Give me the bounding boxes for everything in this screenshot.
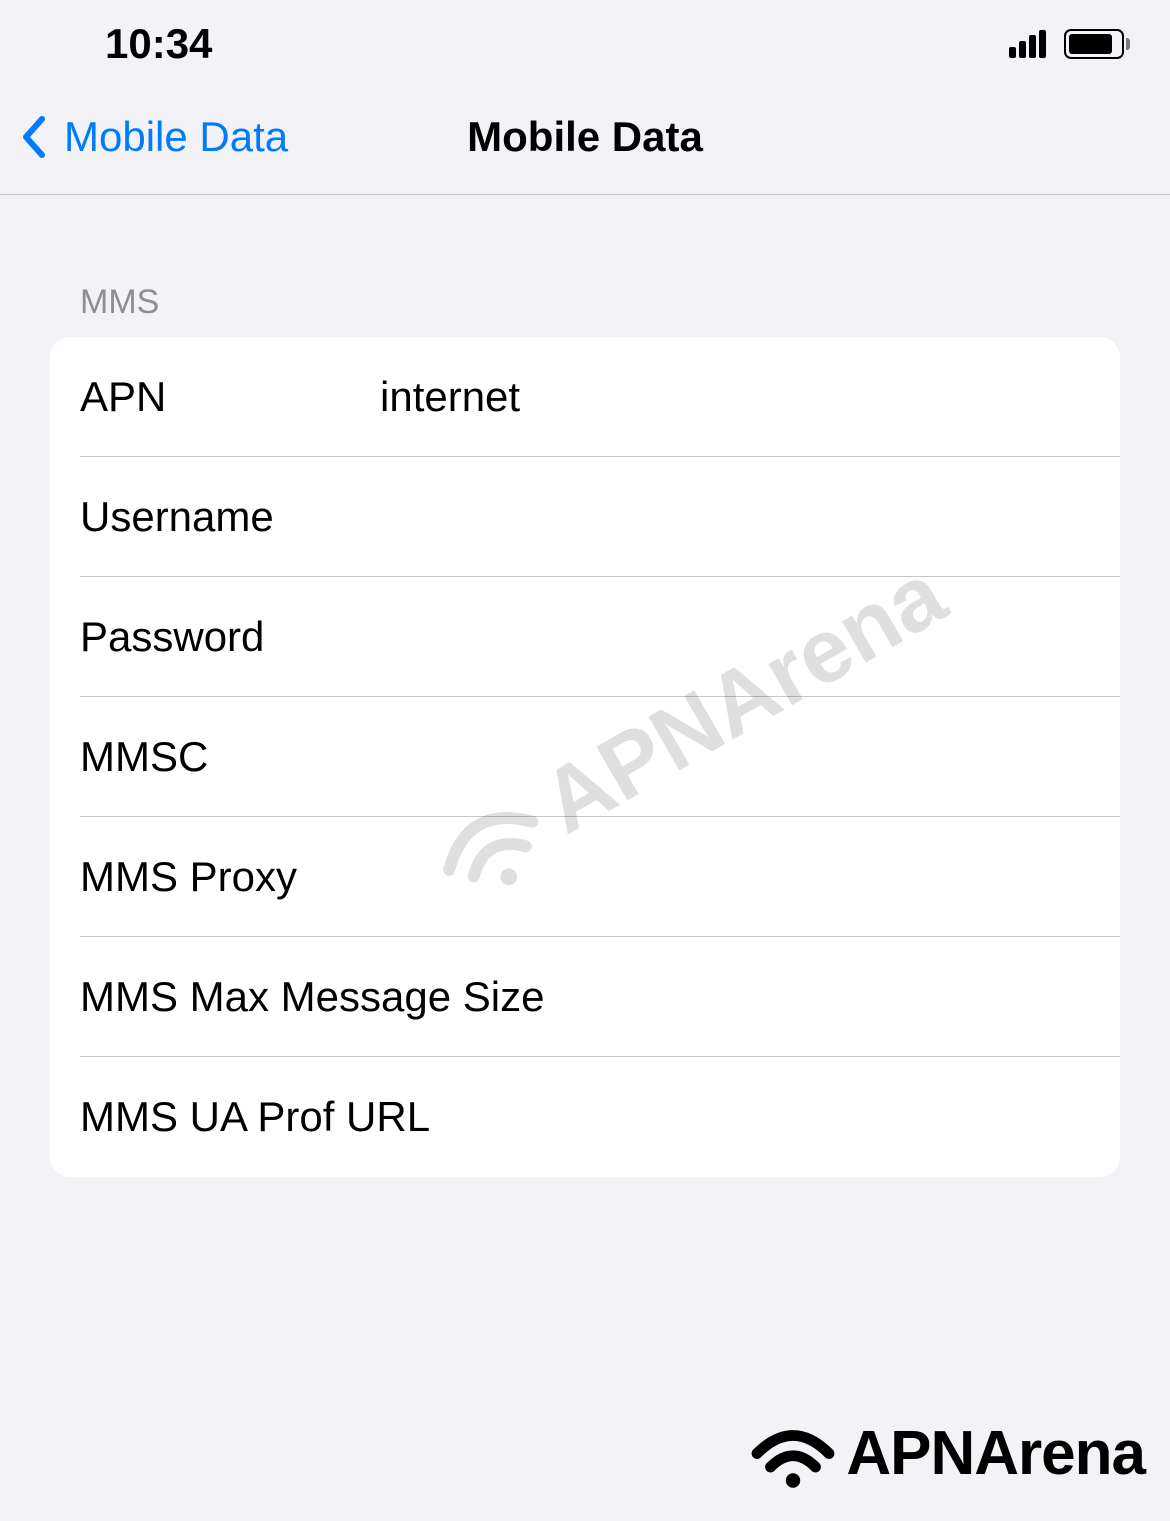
input-password[interactable]	[380, 613, 1090, 661]
mms-settings-group: APN Username Password MMSC MMS Proxy MMS…	[50, 337, 1120, 1177]
status-indicators	[1009, 29, 1130, 59]
row-mms-proxy[interactable]: MMS Proxy	[50, 817, 1120, 937]
brand-footer: APNArena	[748, 1416, 1145, 1491]
brand-text: APNArena	[846, 1418, 1145, 1489]
navigation-bar: Mobile Data Mobile Data	[0, 80, 1170, 195]
label-apn: APN	[80, 373, 380, 421]
input-mms-ua-prof-url[interactable]	[430, 1093, 1090, 1141]
label-username: Username	[80, 493, 380, 541]
label-password: Password	[80, 613, 380, 661]
row-username[interactable]: Username	[50, 457, 1120, 577]
section-header-mms: MMS	[50, 195, 1120, 337]
row-password[interactable]: Password	[50, 577, 1120, 697]
status-time: 10:34	[40, 20, 212, 68]
input-mmsc[interactable]	[380, 733, 1090, 781]
input-apn[interactable]	[380, 373, 1090, 421]
battery-icon	[1064, 29, 1130, 59]
chevron-left-icon	[20, 116, 46, 158]
input-mms-max-size[interactable]	[544, 973, 1090, 1021]
row-mmsc[interactable]: MMSC	[50, 697, 1120, 817]
row-mms-ua-prof-url[interactable]: MMS UA Prof URL	[50, 1057, 1120, 1177]
page-title: Mobile Data	[467, 113, 703, 161]
label-mms-max-size: MMS Max Message Size	[80, 973, 544, 1021]
input-username[interactable]	[380, 493, 1090, 541]
label-mmsc: MMSC	[80, 733, 380, 781]
row-apn[interactable]: APN	[50, 337, 1120, 457]
label-mms-proxy: MMS Proxy	[80, 853, 380, 901]
label-mms-ua-prof-url: MMS UA Prof URL	[80, 1093, 430, 1141]
back-button[interactable]: Mobile Data	[0, 113, 288, 161]
cellular-signal-icon	[1009, 30, 1046, 58]
back-label: Mobile Data	[64, 113, 288, 161]
row-mms-max-size[interactable]: MMS Max Message Size	[50, 937, 1120, 1057]
wifi-icon	[748, 1416, 838, 1491]
input-mms-proxy[interactable]	[380, 853, 1090, 901]
status-bar: 10:34	[0, 0, 1170, 80]
